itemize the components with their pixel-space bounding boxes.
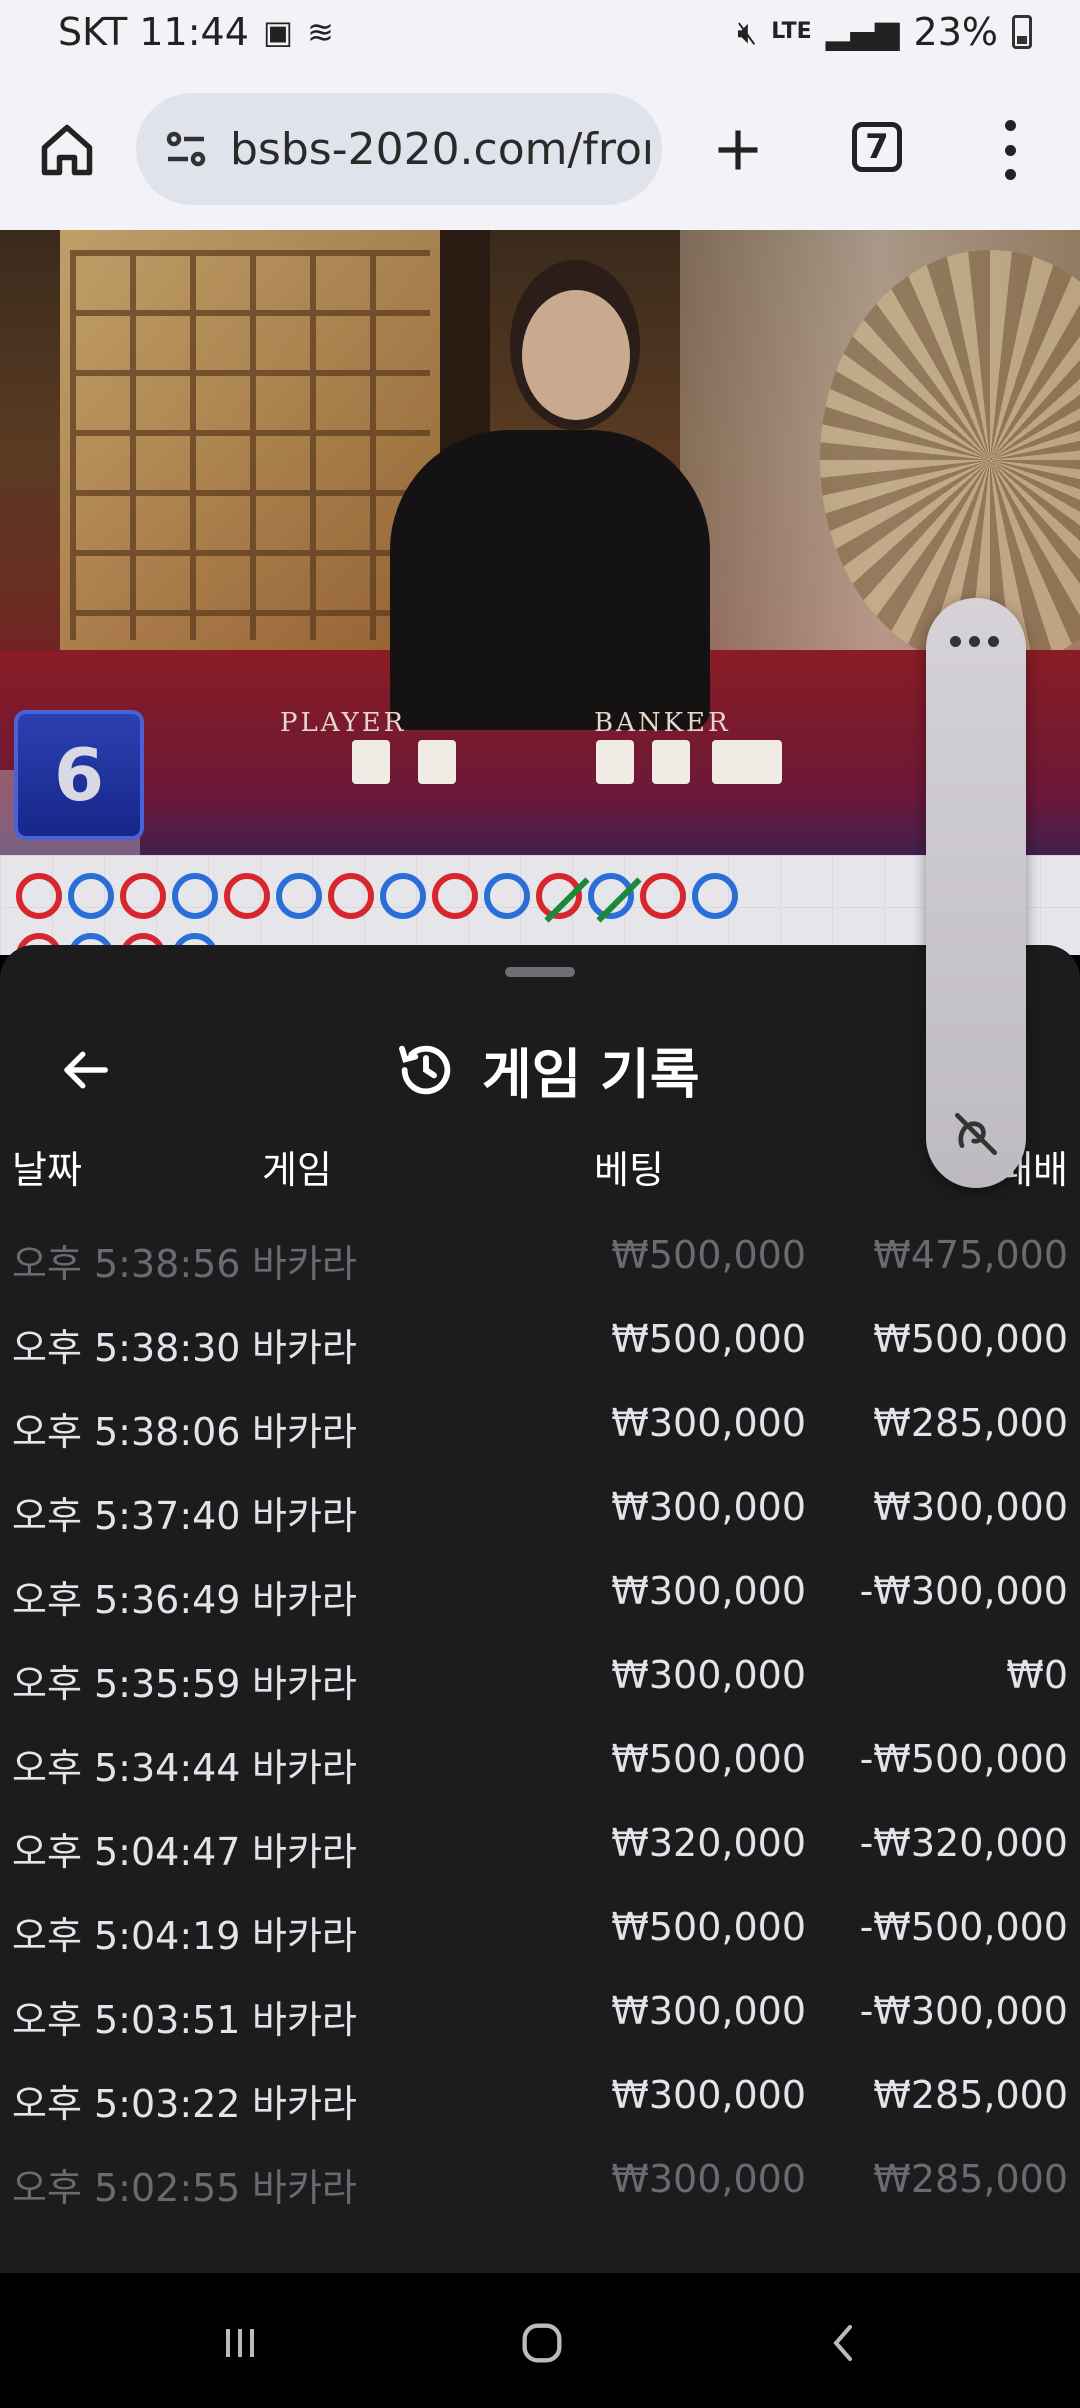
banker-card — [712, 740, 782, 784]
bead-road — [0, 855, 1080, 955]
more-icon[interactable] — [950, 636, 999, 647]
history-icon — [399, 1045, 451, 1094]
status-left: SKT 11:44 ▣ ≋ — [58, 10, 334, 54]
sheet-title-text: 게임 기록 — [482, 1043, 700, 1106]
sync-icon: ≋ — [307, 13, 334, 51]
floating-side-panel[interactable] — [926, 598, 1026, 1188]
column-header-game: 게임 — [262, 1148, 332, 1192]
back-nav-button[interactable] — [804, 2303, 884, 2383]
bead-row — [16, 873, 738, 919]
back-button[interactable] — [50, 1035, 120, 1105]
banker-label: BANKER — [594, 708, 731, 738]
bead-player — [484, 873, 530, 919]
gesture-off-icon[interactable] — [948, 1106, 1004, 1162]
arrow-left-icon — [64, 1051, 108, 1089]
banker-card — [596, 740, 634, 784]
player-card — [418, 740, 456, 784]
table-row[interactable]: 오후 5:38:06 바카라 ₩300,000 ₩285,000 — [0, 1383, 1080, 1467]
more-icon — [1004, 120, 1016, 131]
url-bar[interactable]: bsbs-2020.com/fron — [136, 93, 662, 205]
banker-card — [652, 740, 690, 784]
table-row[interactable]: 오후 5:34:44 바카라 ₩500,000 -₩500,000 — [0, 1719, 1080, 1803]
tab-count: 7 — [865, 127, 889, 167]
round-badge: 6 — [14, 710, 144, 840]
url-text[interactable]: bsbs-2020.com/fron — [230, 124, 650, 175]
recent-apps-button[interactable] — [200, 2303, 280, 2383]
table-row[interactable]: 오후 5:03:51 바카라 ₩300,000 -₩300,000 — [0, 1971, 1080, 2055]
bead-player — [276, 873, 322, 919]
table-row[interactable]: 오후 5:37:40 바카라 ₩300,000 ₩300,000 — [0, 1467, 1080, 1551]
player-card — [352, 740, 390, 784]
system-nav-bar — [0, 2273, 1080, 2408]
table-row[interactable]: 오후 5:02:55 바카라 ₩300,000 ₩285,000 — [0, 2139, 1080, 2223]
status-bar: SKT 11:44 ▣ ≋ 🔇︎ LTE ▂▄▆ 23% — [0, 0, 1080, 70]
mute-icon: 🔇︎ — [737, 12, 758, 51]
bead-banker — [16, 873, 62, 919]
bead-tie — [588, 873, 634, 919]
bead-banker — [224, 873, 270, 919]
battery-icon — [1012, 15, 1032, 49]
recents-icon — [226, 2329, 254, 2357]
plus-icon — [718, 130, 758, 170]
round-number: 6 — [53, 733, 105, 817]
table-row[interactable]: 오후 5:38:56 바카라 ₩500,000 ₩475,000 — [0, 1215, 1080, 1299]
status-right: 🔇︎ LTE ▂▄▆ 23% — [737, 10, 1032, 54]
dealer — [390, 430, 710, 730]
live-video[interactable]: PLAYER BANKER 6 — [0, 230, 1080, 855]
bead-banker — [640, 873, 686, 919]
column-header-bet: 베팅 — [594, 1148, 664, 1192]
table-row[interactable]: 오후 5:35:59 바카라 ₩300,000 ₩0 — [0, 1635, 1080, 1719]
bead-banker — [328, 873, 374, 919]
home-nav-button[interactable] — [502, 2303, 582, 2383]
chevron-left-icon — [833, 2325, 852, 2361]
table-row[interactable]: 오후 5:36:49 바카라 ₩300,000 -₩300,000 — [0, 1551, 1080, 1635]
bead-player — [380, 873, 426, 919]
sheet-title: 게임 기록 — [394, 1030, 700, 1109]
bead-banker — [432, 873, 478, 919]
gallery-icon: ▣ — [262, 13, 294, 51]
column-header-date: 날짜 — [12, 1148, 82, 1192]
browser-toolbar: bsbs-2020.com/fron 7 — [0, 70, 1080, 230]
drag-handle[interactable] — [505, 967, 575, 977]
home-button[interactable] — [32, 110, 102, 190]
browser-menu-button[interactable] — [990, 120, 1030, 180]
player-label: PLAYER — [280, 708, 407, 738]
table-row[interactable]: 오후 5:04:47 바카라 ₩320,000 -₩320,000 — [0, 1803, 1080, 1887]
new-tab-button[interactable] — [700, 110, 776, 190]
table-header: 날짜 게임 베팅 승/패배 — [0, 1125, 1080, 1195]
bead-player — [172, 873, 218, 919]
bead-banker — [120, 873, 166, 919]
network-label: LTE — [771, 19, 812, 44]
table-row[interactable]: 오후 5:38:30 바카라 ₩500,000 ₩500,000 — [0, 1299, 1080, 1383]
tab-switcher-button[interactable]: 7 — [852, 122, 902, 172]
battery-percent: 23% — [913, 10, 998, 54]
bead-player — [692, 873, 738, 919]
table-row[interactable]: 오후 5:04:19 바카라 ₩500,000 -₩500,000 — [0, 1887, 1080, 1971]
carrier-time: SKT 11:44 — [58, 10, 249, 54]
site-settings-icon[interactable] — [156, 119, 216, 179]
signal-icon: ▂▄▆ — [825, 13, 900, 51]
home-icon — [41, 124, 93, 176]
bead-tie — [536, 873, 582, 919]
bead-player — [68, 873, 114, 919]
table-row[interactable]: 오후 5:03:22 바카라 ₩300,000 ₩285,000 — [0, 2055, 1080, 2139]
home-circle-icon — [522, 2323, 562, 2363]
game-history-sheet: 게임 기록 날짜 게임 베팅 승/패배 오후 5:38:56 바카라 ₩500,… — [0, 945, 1080, 2273]
